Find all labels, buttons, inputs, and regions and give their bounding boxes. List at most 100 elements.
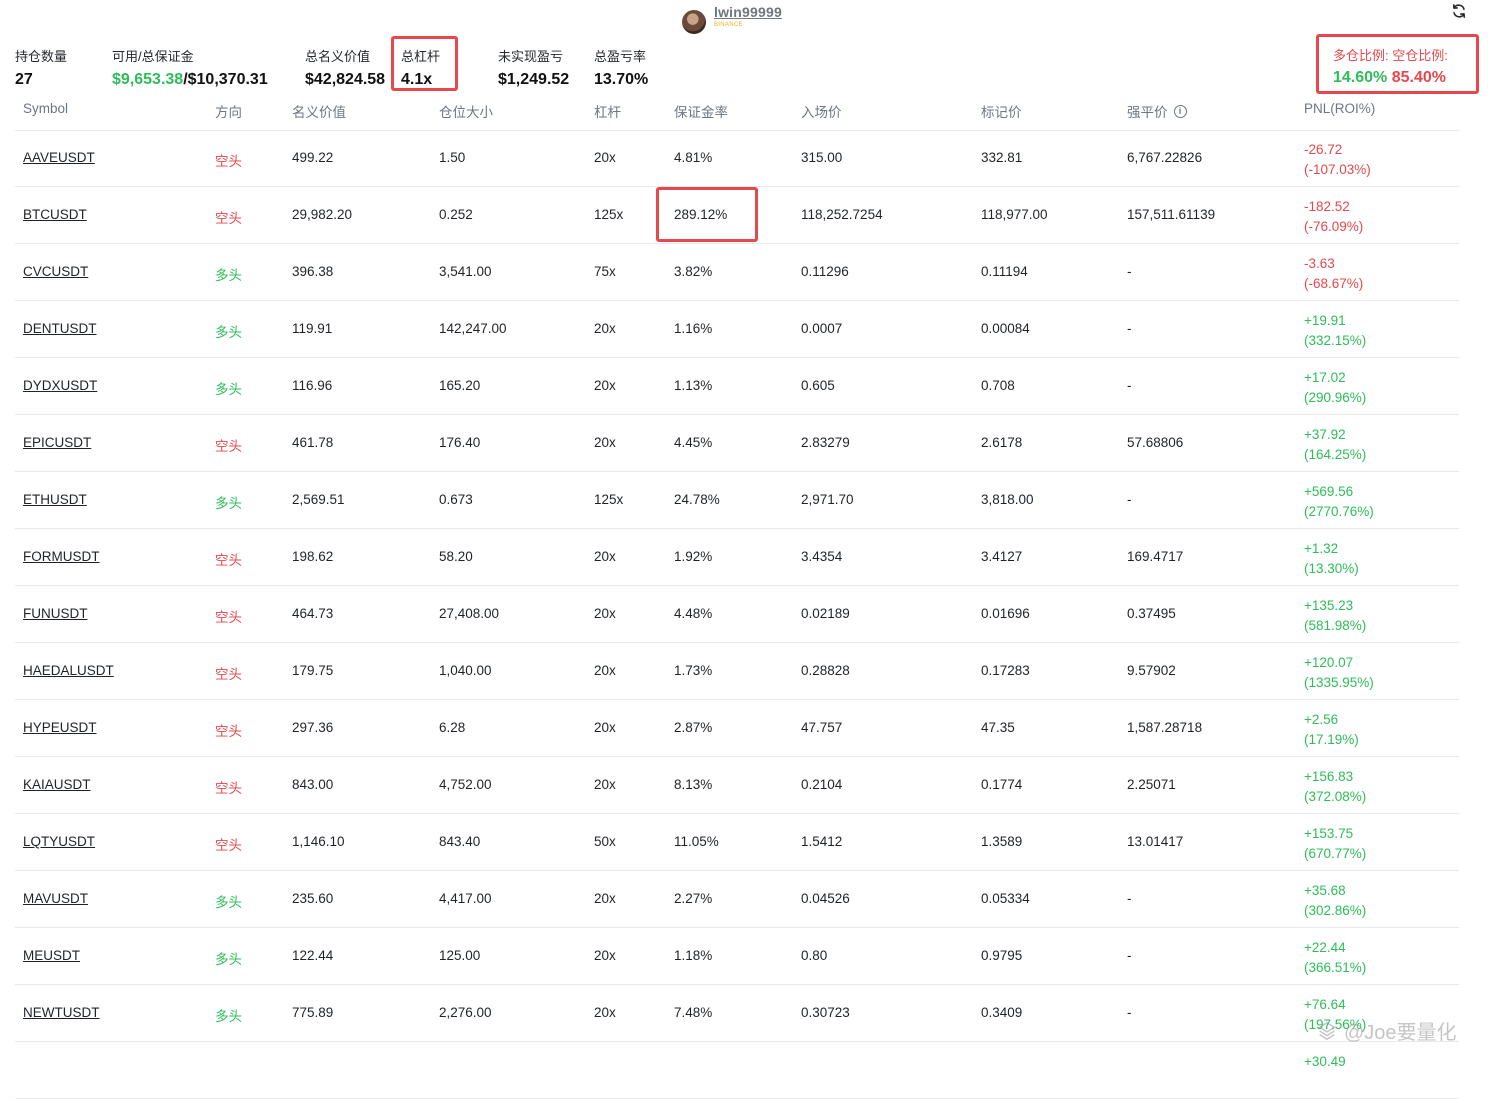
cell-liq-price: -: [1127, 264, 1132, 279]
symbol-link[interactable]: BTCUSDT: [23, 207, 87, 222]
cell-margin-ratio: 24.78%: [674, 492, 720, 507]
symbol-link[interactable]: DENTUSDT: [23, 321, 97, 336]
cell-size: 3,541.00: [439, 264, 492, 279]
user-profile[interactable]: lwin99999 BINANCE: [682, 4, 782, 34]
table-row[interactable]: +30.49: [15, 1042, 1459, 1099]
col-notional[interactable]: 名义价值: [292, 101, 346, 121]
roi-value: (13.30%): [1304, 561, 1359, 576]
pnl-value: +37.92: [1304, 427, 1346, 442]
table-row[interactable]: LQTYUSDT 空头 1,146.10 843.40 50x 11.05% 1.5412 1…: [15, 814, 1459, 871]
positions-table-header: Symbol 方向 名义价值 仓位大小 杠杆 保证金率 入场价 标记价 强平价 i…: [15, 100, 1459, 131]
table-row[interactable]: CVCUSDT 多头 396.38 3,541.00 75x 3.82% 0.11296 0.…: [15, 244, 1459, 301]
symbol-link[interactable]: NEWTUSDT: [23, 1005, 100, 1020]
symbol-link[interactable]: MAVUSDT: [23, 891, 88, 906]
pnl-value: +2.56: [1304, 712, 1339, 727]
cell-size: 4,752.00: [439, 777, 492, 792]
col-leverage[interactable]: 杠杆: [594, 101, 621, 121]
pnl-value: +22.44: [1304, 940, 1346, 955]
cell-entry-price: 0.02189: [801, 606, 850, 621]
cell-margin-ratio: 1.13%: [674, 378, 713, 393]
table-row[interactable]: DENTUSDT 多头 119.91 142,247.00 20x 1.16% 0.0007…: [15, 301, 1459, 358]
col-size[interactable]: 仓位大小: [439, 101, 493, 121]
symbol-link[interactable]: LQTYUSDT: [23, 834, 95, 849]
table-row[interactable]: MAVUSDT 多头 235.60 4,417.00 20x 2.27% 0.04526 0.…: [15, 871, 1459, 928]
col-symbol[interactable]: Symbol: [23, 101, 68, 116]
refresh-icon[interactable]: [1450, 2, 1468, 20]
pnl-cell: -3.63 (-68.67%): [1304, 254, 1363, 294]
cell-liq-price: 57.68806: [1127, 435, 1184, 450]
symbol-link[interactable]: HYPEUSDT: [23, 720, 97, 735]
symbol-link[interactable]: KAIAUSDT: [23, 777, 91, 792]
table-row[interactable]: MEUSDT 多头 122.44 125.00 20x 1.18% 0.80 0.9795 - +…: [15, 928, 1459, 985]
table-row[interactable]: FUNUSDT 空头 464.73 27,408.00 20x 4.48% 0.02189 0…: [15, 586, 1459, 643]
username-link[interactable]: lwin99999: [714, 4, 782, 20]
positions-table-body: AAVEUSDT 空头 499.22 1.50 20x 4.81% 315.00 332.81…: [15, 130, 1459, 1099]
symbol-link[interactable]: EPICUSDT: [23, 435, 91, 450]
cell-leverage: 20x: [594, 606, 616, 621]
cell-margin-ratio: 2.87%: [674, 720, 713, 735]
symbol-link[interactable]: DYDXUSDT: [23, 378, 97, 393]
cell-size: 142,247.00: [439, 321, 507, 336]
side-label: 空头: [215, 553, 242, 568]
symbol-link[interactable]: CVCUSDT: [23, 264, 88, 279]
positions-label: 持仓数量: [15, 49, 68, 64]
roi-value: (2770.76%): [1304, 504, 1374, 519]
table-row[interactable]: ETHUSDT 多头 2,569.51 0.673 125x 24.78% 2,971.70…: [15, 472, 1459, 529]
cell-size: 2,276.00: [439, 1005, 492, 1020]
stat-notional: 总名义价值 $42,824.58: [305, 46, 385, 89]
table-row[interactable]: KAIAUSDT 空头 843.00 4,752.00 20x 8.13% 0.2104 0.…: [15, 757, 1459, 814]
cell-liq-price: 13.01417: [1127, 834, 1184, 849]
table-row[interactable]: FORMUSDT 空头 198.62 58.20 20x 1.92% 3.4354 3.412…: [15, 529, 1459, 586]
pnl-value: -26.72: [1304, 142, 1343, 157]
cell-notional: 198.62: [292, 549, 334, 564]
side-label: 多头: [215, 1009, 242, 1024]
side-label: 多头: [215, 325, 242, 340]
pnl-value: +135.23: [1304, 598, 1354, 613]
table-row[interactable]: AAVEUSDT 空头 499.22 1.50 20x 4.81% 315.00 332.81…: [15, 130, 1459, 187]
table-row[interactable]: EPICUSDT 空头 461.78 176.40 20x 4.45% 2.83279 2.6…: [15, 415, 1459, 472]
cell-size: 58.20: [439, 549, 473, 564]
info-icon[interactable]: i: [1173, 104, 1187, 118]
pnl-rate-label: 总盈亏率: [594, 49, 647, 64]
cell-entry-price: 0.0007: [801, 321, 843, 336]
pnl-cell: +569.56 (2770.76%): [1304, 482, 1374, 522]
cell-entry-price: 3.4354: [801, 549, 843, 564]
side-label: 多头: [215, 895, 242, 910]
symbol-link[interactable]: HAEDALUSDT: [23, 663, 114, 678]
long-ratio-value: 14.60%: [1333, 69, 1388, 86]
cell-liq-price: -: [1127, 948, 1132, 963]
cell-leverage: 20x: [594, 435, 616, 450]
col-entry-price[interactable]: 入场价: [801, 101, 842, 121]
col-margin-ratio[interactable]: 保证金率: [674, 101, 728, 121]
symbol-link[interactable]: ETHUSDT: [23, 492, 87, 507]
cell-entry-price: 1.5412: [801, 834, 843, 849]
col-side[interactable]: 方向: [215, 101, 242, 121]
table-row[interactable]: NEWTUSDT 多头 775.89 2,276.00 20x 7.48% 0.30723 0…: [15, 985, 1459, 1042]
watermark: @Joe要量化: [1316, 1016, 1457, 1045]
symbol-link[interactable]: FORMUSDT: [23, 549, 100, 564]
col-liq-price[interactable]: 强平价 i: [1127, 101, 1187, 121]
stat-leverage: 总杠杆 4.1x: [401, 46, 440, 89]
table-row[interactable]: HAEDALUSDT 空头 179.75 1,040.00 20x 1.73% 0.2882…: [15, 643, 1459, 700]
roi-value: (670.77%): [1304, 846, 1367, 861]
pnl-cell: -182.52 (-76.09%): [1304, 197, 1363, 237]
symbol-link[interactable]: AAVEUSDT: [23, 150, 95, 165]
col-pnl[interactable]: PNL(ROI%): [1304, 101, 1375, 116]
side-label: 空头: [215, 724, 242, 739]
cell-margin-ratio: 2.27%: [674, 891, 713, 906]
cell-mark-price: 1.3589: [981, 834, 1023, 849]
side-label: 多头: [215, 382, 242, 397]
margin-available: $9,653.38: [112, 71, 184, 88]
cell-mark-price: 0.708: [981, 378, 1015, 393]
symbol-link[interactable]: FUNUSDT: [23, 606, 88, 621]
cell-liq-price: 157,511.61139: [1127, 207, 1216, 222]
cell-liq-price: -: [1127, 891, 1132, 906]
stat-positions: 持仓数量 27: [15, 46, 67, 89]
table-row[interactable]: DYDXUSDT 多头 116.96 165.20 20x 1.13% 0.605 0.708…: [15, 358, 1459, 415]
table-row[interactable]: HYPEUSDT 空头 297.36 6.28 20x 2.87% 47.757 47.35 1…: [15, 700, 1459, 757]
cell-size: 4,417.00: [439, 891, 492, 906]
symbol-link[interactable]: MEUSDT: [23, 948, 80, 963]
cell-liq-price: -: [1127, 321, 1132, 336]
roi-value: (17.19%): [1304, 732, 1359, 747]
col-mark-price[interactable]: 标记价: [981, 101, 1022, 121]
